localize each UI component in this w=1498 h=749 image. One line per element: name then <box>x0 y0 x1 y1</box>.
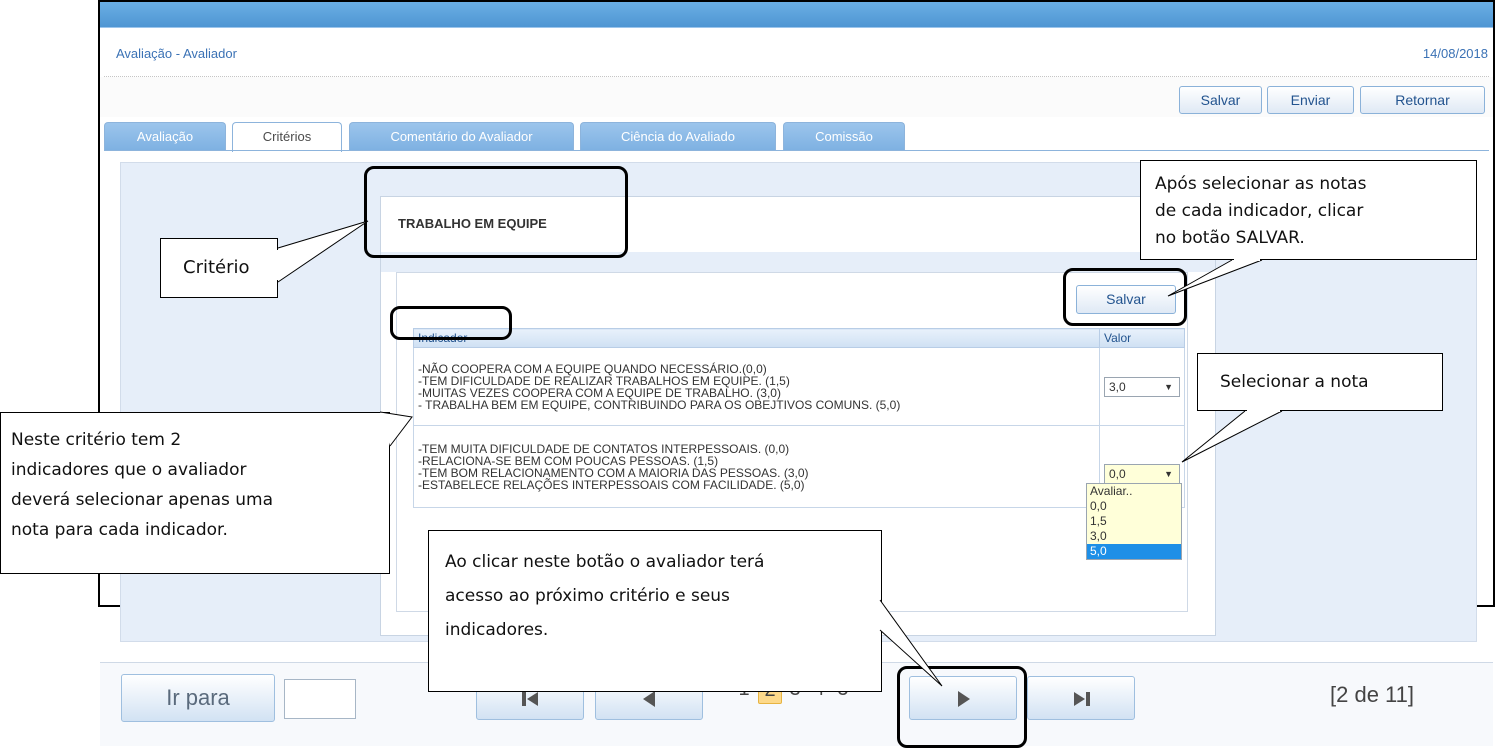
pointer-indicators-tip <box>379 411 413 447</box>
pointer-select-grade <box>1181 410 1283 463</box>
pointer-next-tip <box>879 599 943 687</box>
pointer-criterio <box>277 220 369 283</box>
callout-pointers <box>277 220 1283 687</box>
pointer-save-tip <box>1167 259 1263 297</box>
